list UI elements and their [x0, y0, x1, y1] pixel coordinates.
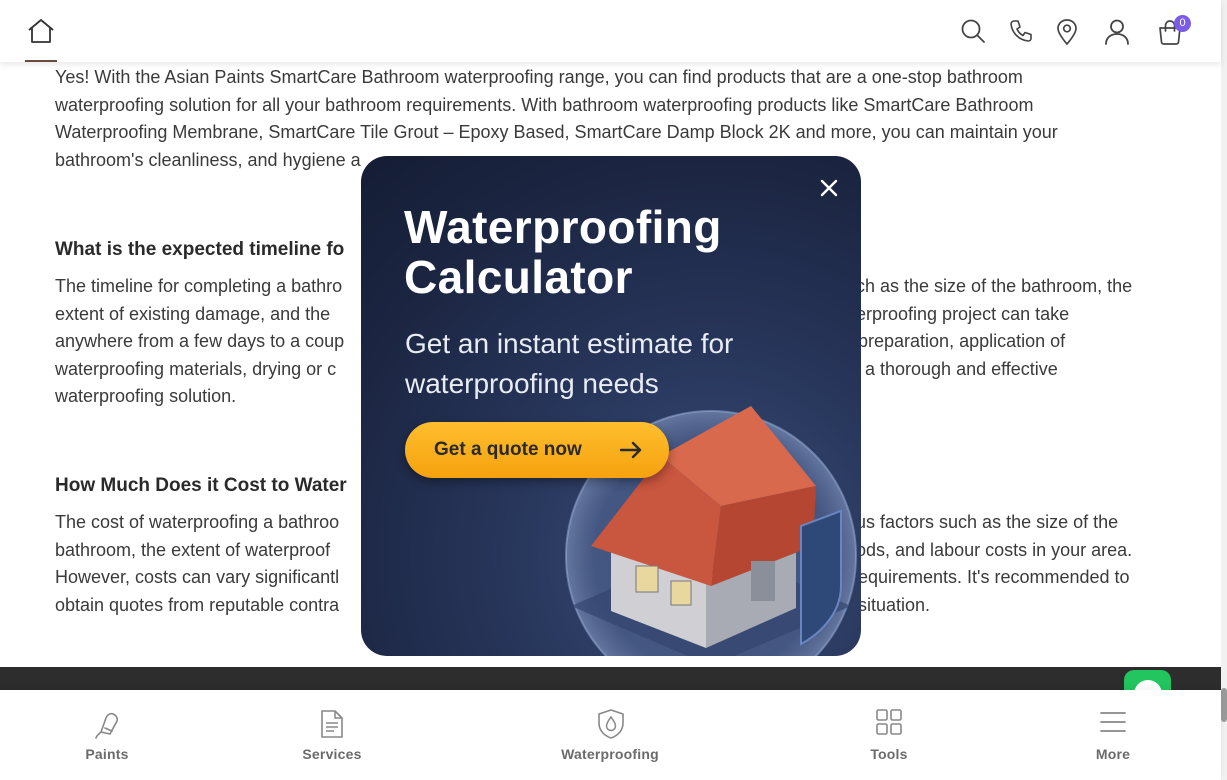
faq-question-cost: How Much Does it Cost to Water [55, 475, 347, 496]
nav-label: Waterproofing [561, 746, 659, 762]
text-line: ch as the size of the bathroom, the [856, 276, 1133, 296]
faq-question-timeline: What is the expected timeline fo [55, 239, 345, 260]
text-line: erproofing project can take [856, 304, 1070, 324]
waterproofing-calculator-modal: Waterproofing Calculator Get an instant … [361, 156, 861, 656]
nav-label: More [1095, 746, 1131, 762]
modal-title-line: Calculator [404, 251, 633, 303]
text-line: us factors such as the size of the [856, 512, 1119, 532]
nav-item-more[interactable]: More [1073, 690, 1153, 780]
nav-item-waterproofing[interactable]: Waterproofing [550, 690, 670, 780]
page-scrollbar-track[interactable] [1221, 0, 1227, 780]
text-line: ods, and labour costs in your area. [856, 540, 1133, 560]
top-header [0, 0, 1221, 62]
account-button[interactable] [1103, 18, 1133, 48]
modal-title-line: Waterproofing [404, 201, 722, 253]
cart-count-badge: 0 [1174, 15, 1191, 32]
nav-item-services[interactable]: Services [287, 690, 377, 780]
active-underline [25, 60, 57, 62]
bottom-navigation: Paints Services Waterproofing Tools More [0, 690, 1221, 780]
text-line: Yes! With the Asian Paints SmartCare Bat… [55, 67, 1023, 87]
user-icon [1105, 19, 1129, 45]
shield-drop-icon [598, 709, 624, 739]
nav-label: Tools [870, 746, 908, 762]
footer-band [0, 667, 1221, 691]
text-line: Waterproofing Membrane, SmartCare Tile G… [55, 122, 1058, 142]
home-button[interactable] [25, 16, 57, 62]
text-line: waterproofing solution for all your bath… [55, 95, 1034, 115]
nav-label: Paints [85, 746, 129, 762]
search-icon [961, 19, 985, 43]
text-line: preparation, application of [858, 331, 1066, 351]
arrow-right-icon [619, 441, 642, 459]
modal-subtitle-line: Get an instant estimate for [405, 328, 734, 359]
text-line: a thorough and effective [865, 359, 1058, 379]
phone-icon [1010, 20, 1032, 42]
nav-label: Services [302, 746, 362, 762]
phone-button[interactable] [1008, 18, 1038, 48]
modal-close-button[interactable] [817, 176, 841, 200]
page-scrollbar-thumb[interactable] [1221, 688, 1227, 722]
text-line: situation. [858, 595, 931, 615]
menu-icon [1100, 712, 1126, 732]
modal-title: Waterproofing Calculator [404, 202, 722, 302]
document-icon [321, 710, 343, 738]
location-icon [1057, 19, 1077, 46]
home-icon [28, 19, 54, 43]
get-quote-label: Get a quote now [434, 439, 582, 460]
grid-icon [876, 709, 902, 735]
nav-item-paints[interactable]: Paints [67, 690, 147, 780]
get-quote-button[interactable]: Get a quote now [405, 422, 669, 478]
nav-item-tools[interactable]: Tools [849, 690, 929, 780]
close-icon [820, 179, 838, 197]
paint-brush-icon [95, 712, 119, 739]
search-button[interactable] [960, 18, 990, 48]
store-locator-button[interactable] [1055, 18, 1085, 48]
text-line: equirements. It's recommended to [858, 567, 1130, 587]
